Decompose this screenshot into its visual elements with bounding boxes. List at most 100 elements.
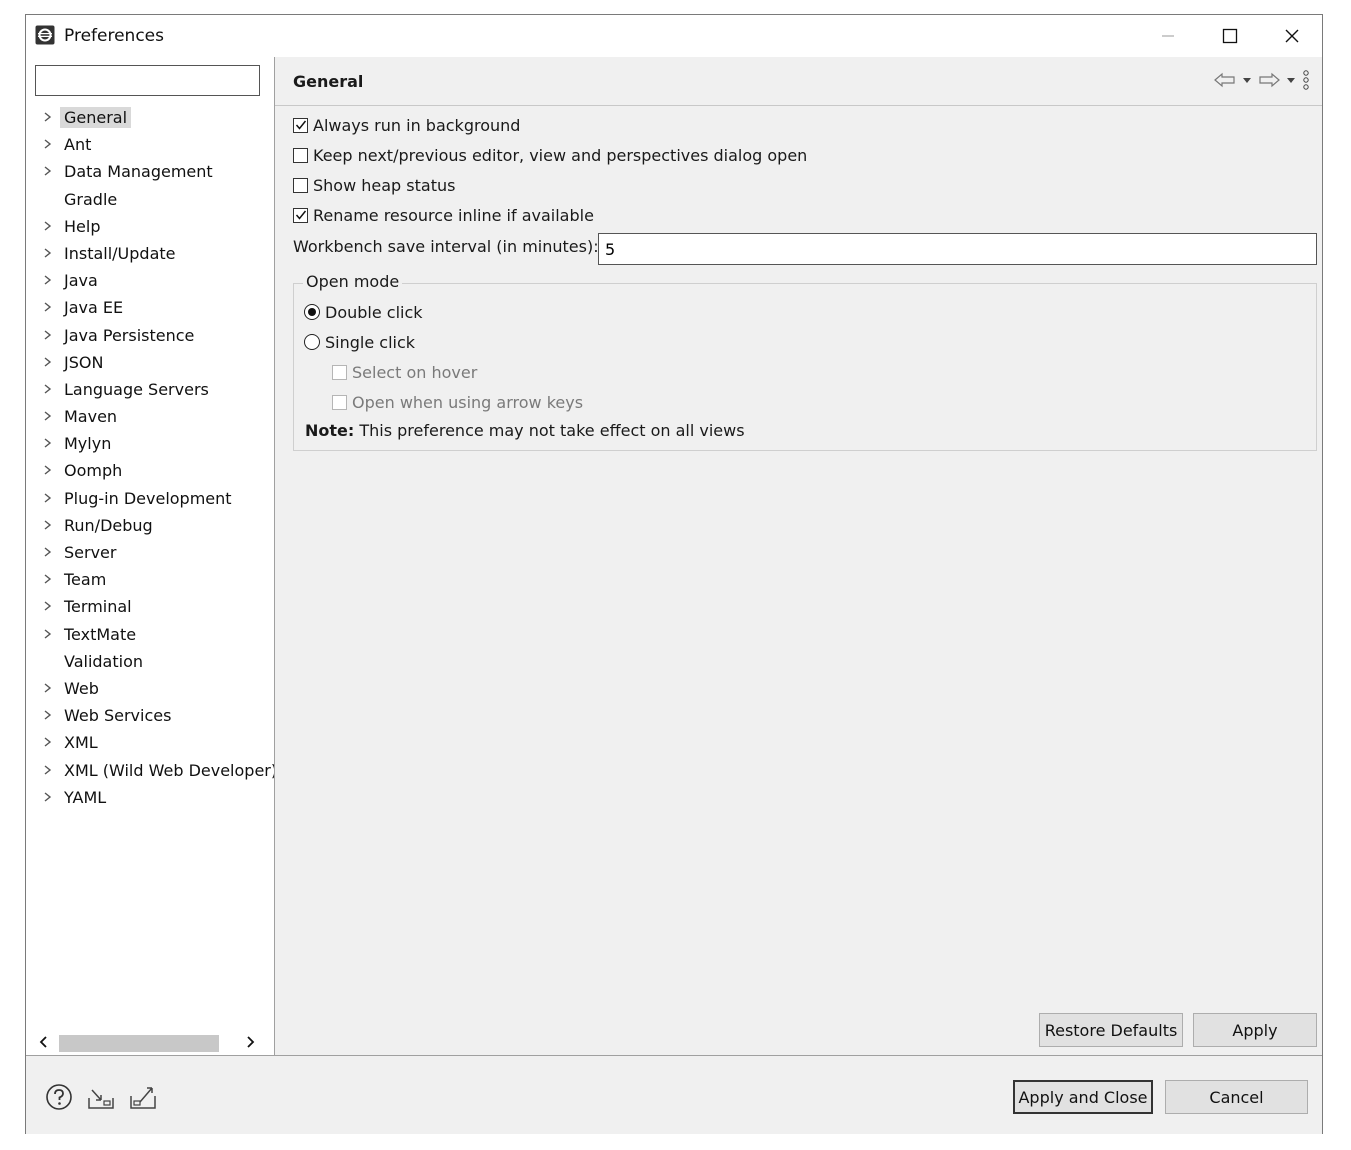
rename-inline-checkbox[interactable]: Rename resource inline if available xyxy=(293,202,594,228)
tree-item-label: Web xyxy=(64,678,99,698)
tree-item[interactable]: XML xyxy=(26,730,274,757)
radio-button[interactable] xyxy=(304,304,320,320)
show-heap-status-checkbox[interactable]: Show heap status xyxy=(293,172,455,198)
preference-page: General Always run in background Keep ne… xyxy=(275,57,1322,1055)
chevron-right-icon[interactable] xyxy=(42,708,54,722)
back-icon[interactable] xyxy=(1214,72,1236,88)
chevron-right-icon[interactable] xyxy=(42,328,54,342)
tree-item[interactable]: JSON xyxy=(26,350,274,377)
chevron-right-icon[interactable] xyxy=(42,545,54,559)
chevron-right-icon[interactable] xyxy=(42,409,54,423)
chevron-right-icon[interactable] xyxy=(42,219,54,233)
tree-item[interactable]: Validation xyxy=(26,649,274,676)
keep-dialog-open-checkbox[interactable]: Keep next/previous editor, view and pers… xyxy=(293,142,807,168)
tree-item-label: Validation xyxy=(64,651,144,671)
tree-item[interactable]: Terminal xyxy=(26,594,274,621)
close-button[interactable] xyxy=(1262,15,1322,57)
chevron-right-icon[interactable] xyxy=(42,599,54,613)
checkbox-box[interactable] xyxy=(293,117,308,133)
tree-item-label: Gradle xyxy=(64,189,118,209)
chevron-right-icon[interactable] xyxy=(42,110,54,124)
tree-item[interactable]: Team xyxy=(26,567,274,594)
tree-item[interactable]: Java Persistence xyxy=(26,323,274,350)
tree-item-label: TextMate xyxy=(64,624,137,644)
restore-defaults-button[interactable]: Restore Defaults xyxy=(1039,1013,1183,1047)
open-arrow-keys-checkbox[interactable]: Open when using arrow keys xyxy=(332,389,583,415)
apply-and-close-button[interactable]: Apply and Close xyxy=(1013,1080,1153,1114)
tree-item[interactable]: Java xyxy=(26,268,274,295)
tree-item[interactable]: Gradle xyxy=(26,187,274,214)
chevron-right-icon[interactable] xyxy=(42,273,54,287)
tree-item[interactable]: Maven xyxy=(26,404,274,431)
minimize-button[interactable] xyxy=(1138,15,1198,57)
single-click-radio[interactable]: Single click xyxy=(304,329,415,355)
tree-item[interactable]: Help xyxy=(26,214,274,241)
checkbox-box[interactable] xyxy=(332,394,347,410)
maximize-button[interactable] xyxy=(1200,15,1260,57)
save-interval-input[interactable] xyxy=(598,233,1317,265)
checkbox-label: Show heap status xyxy=(313,175,456,195)
tree-item[interactable]: Run/Debug xyxy=(26,513,274,540)
forward-dropdown-icon[interactable] xyxy=(1286,75,1296,85)
scroll-right-button[interactable] xyxy=(239,1032,261,1052)
page-title: General xyxy=(293,72,364,91)
tree-item[interactable]: TextMate xyxy=(26,622,274,649)
cancel-button[interactable]: Cancel xyxy=(1165,1080,1308,1114)
chevron-right-icon[interactable] xyxy=(42,436,54,450)
close-icon xyxy=(1285,29,1299,43)
tree-item[interactable]: Web xyxy=(26,676,274,703)
tree-item[interactable]: Mylyn xyxy=(26,431,274,458)
tree-item[interactable]: Web Services xyxy=(26,703,274,730)
import-icon[interactable] xyxy=(86,1082,116,1112)
tree-item[interactable]: Ant xyxy=(26,132,274,159)
apply-button[interactable]: Apply xyxy=(1193,1013,1317,1047)
tree-item[interactable]: Java EE xyxy=(26,295,274,322)
tree-item-label: Server xyxy=(64,543,117,562)
chevron-right-icon[interactable] xyxy=(42,735,54,749)
scroll-left-button[interactable] xyxy=(33,1032,55,1052)
select-on-hover-checkbox[interactable]: Select on hover xyxy=(332,359,477,385)
chevron-right-icon[interactable] xyxy=(42,137,54,151)
tree-item[interactable]: Plug-in Development xyxy=(26,486,274,513)
tree-item[interactable]: Oomph xyxy=(26,458,274,485)
tree-item[interactable]: Install/Update xyxy=(26,241,274,268)
horizontal-scrollbar[interactable] xyxy=(33,1032,261,1052)
tree-item-label: Team xyxy=(64,570,107,590)
tree-item[interactable]: YAML xyxy=(26,785,274,812)
tree-item[interactable]: XML (Wild Web Developer) xyxy=(26,758,274,785)
tree-item[interactable]: Server xyxy=(26,540,274,567)
scrollbar-thumb[interactable] xyxy=(59,1035,219,1052)
tree-item[interactable]: General xyxy=(26,105,274,132)
tree-item[interactable]: Data Management xyxy=(26,159,274,186)
chevron-right-icon[interactable] xyxy=(42,572,54,586)
chevron-right-icon[interactable] xyxy=(42,246,54,260)
chevron-right-icon[interactable] xyxy=(42,491,54,505)
checkbox-box[interactable] xyxy=(332,364,347,380)
always-run-background-checkbox[interactable]: Always run in background xyxy=(293,112,520,138)
view-menu-icon[interactable] xyxy=(1302,69,1310,91)
chevron-right-icon[interactable] xyxy=(42,300,54,314)
export-icon[interactable] xyxy=(128,1082,158,1112)
chevron-right-icon[interactable] xyxy=(42,382,54,396)
checkbox-box[interactable] xyxy=(293,207,308,223)
radio-button[interactable] xyxy=(304,334,320,350)
back-dropdown-icon[interactable] xyxy=(1242,75,1252,85)
chevron-right-icon[interactable] xyxy=(42,763,54,777)
forward-icon[interactable] xyxy=(1258,72,1280,88)
checkbox-box[interactable] xyxy=(293,177,308,193)
chevron-right-icon[interactable] xyxy=(42,518,54,532)
chevron-right-icon[interactable] xyxy=(42,355,54,369)
tree-item-label: Java Persistence xyxy=(64,325,195,345)
chevron-right-icon[interactable] xyxy=(42,164,54,178)
help-icon[interactable] xyxy=(44,1082,74,1112)
checkbox-box[interactable] xyxy=(293,147,308,163)
chevron-right-icon[interactable] xyxy=(42,790,54,804)
checkbox-label: Rename resource inline if available xyxy=(313,205,594,225)
chevron-right-icon[interactable] xyxy=(42,463,54,477)
tree-item[interactable]: Language Servers xyxy=(26,377,274,404)
chevron-right-icon[interactable] xyxy=(42,681,54,695)
double-click-radio[interactable]: Double click xyxy=(304,299,423,325)
filter-input[interactable] xyxy=(35,65,260,96)
tree-item-label: Java EE xyxy=(64,298,124,318)
chevron-right-icon[interactable] xyxy=(42,627,54,641)
